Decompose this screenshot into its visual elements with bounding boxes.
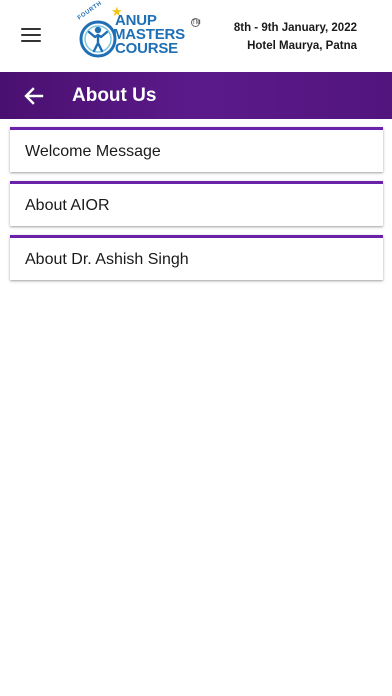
logo-wordmark: ANUP MASTERS COURSE [113,13,197,57]
menu-item-about-aior[interactable]: About AIOR [10,181,383,226]
menu-item-welcome-message[interactable]: Welcome Message [10,127,383,172]
arrow-left-icon [24,87,44,105]
menu-item-about-dr-ashish-singh[interactable]: About Dr. Ashish Singh [10,235,383,280]
anup-masters-course-logo: FOURTH ★ ANUP MASTERS COURSE TM [74,1,201,64]
logo-line-3: COURSE [115,40,178,57]
back-button[interactable] [22,84,46,108]
event-venue: Hotel Maurya, Patna [247,40,357,52]
menu-item-label: About AIOR [25,197,110,214]
menu-item-label: Welcome Message [25,143,161,160]
event-info: 8th - 9th January, 2022 Hotel Maurya, Pa… [227,20,357,54]
page-title: About Us [72,85,157,106]
hamburger-menu-icon[interactable] [21,27,41,43]
about-menu-list: Welcome Message About AIOR About Dr. Ash… [10,127,383,289]
menu-item-label: About Dr. Ashish Singh [25,251,189,268]
event-dates: 8th - 9th January, 2022 [233,22,357,34]
page-titlebar: About Us [0,72,392,119]
app-header: FOURTH ★ ANUP MASTERS COURSE TM 8th - 9t… [0,0,392,72]
trademark-badge: TM [191,18,201,27]
